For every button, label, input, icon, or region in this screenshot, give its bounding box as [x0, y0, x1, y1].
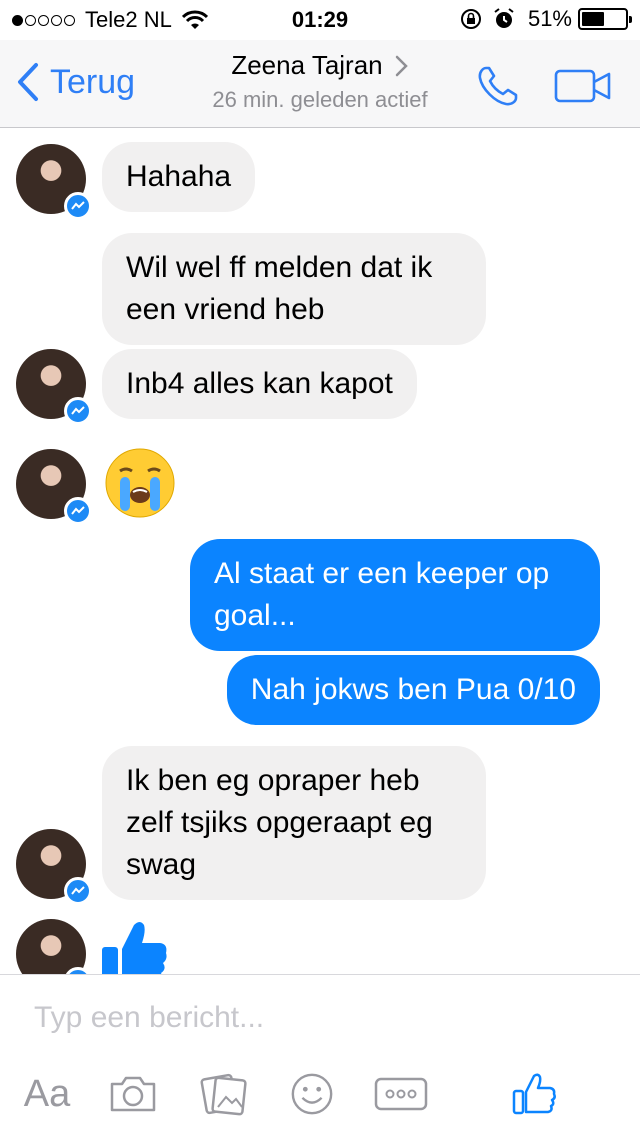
crying-face-emoji-icon[interactable] [104, 447, 176, 519]
incoming-message[interactable]: Ik ben eg opraper heb zelf tsjiks opgera… [102, 746, 486, 900]
message-list[interactable]: Hahaha Wil wel ff melden dat ik een vrie… [0, 129, 640, 974]
battery-icon [578, 8, 632, 30]
rotation-lock-icon [460, 9, 481, 29]
contact-avatar[interactable] [16, 349, 92, 425]
messenger-badge-icon [64, 497, 92, 525]
phone-call-icon[interactable] [474, 62, 522, 110]
contact-title[interactable]: Zeena Tajran 26 min. geleden actief [170, 50, 470, 113]
incoming-message[interactable]: Inb4 alles kan kapot [102, 349, 417, 419]
active-status: 26 min. geleden actief [212, 87, 428, 112]
aa-icon[interactable]: Aa [20, 1071, 74, 1117]
outgoing-message[interactable]: Nah jokws ben Pua 0/10 [226, 655, 600, 725]
back-button[interactable]: Terug [16, 62, 135, 102]
back-label: Terug [50, 62, 136, 101]
emoji-icon[interactable] [288, 1071, 336, 1117]
more-icon[interactable] [374, 1071, 428, 1117]
video-call-icon[interactable] [554, 68, 612, 104]
message-composer: Typ een bericht... Aa [0, 974, 640, 1136]
thumbs-up-sticker-icon[interactable] [100, 917, 170, 974]
contact-avatar[interactable] [16, 144, 92, 220]
camera-icon[interactable] [108, 1071, 158, 1117]
contact-name: Zeena Tajran [231, 50, 383, 80]
conversation-header: Terug Zeena Tajran 26 min. geleden actie… [0, 40, 640, 128]
alarm-icon [494, 8, 514, 28]
gallery-icon[interactable] [200, 1071, 248, 1117]
status-right: 51% [460, 6, 632, 32]
messenger-badge-icon [64, 967, 92, 974]
contact-avatar[interactable] [16, 449, 92, 525]
status-bar: Tele2 NL 01:29 51% [0, 0, 640, 40]
chevron-left-icon [18, 63, 38, 101]
outgoing-message[interactable]: Al staat er een keeper op goal... [190, 539, 600, 651]
battery-percentage: 51% [527, 6, 572, 31]
incoming-message[interactable]: Hahaha [102, 142, 256, 212]
contact-avatar[interactable] [16, 919, 92, 974]
messenger-badge-icon [64, 877, 92, 905]
message-input[interactable]: Typ een bericht... [34, 1001, 264, 1035]
like-icon[interactable] [510, 1071, 558, 1117]
messenger-badge-icon [64, 397, 92, 425]
chevron-right-icon [395, 55, 408, 76]
incoming-message[interactable]: Wil wel ff melden dat ik een vriend heb [102, 233, 486, 345]
contact-avatar[interactable] [16, 829, 92, 905]
composer-toolbar: Aa [0, 1071, 640, 1121]
messenger-badge-icon [64, 192, 92, 220]
